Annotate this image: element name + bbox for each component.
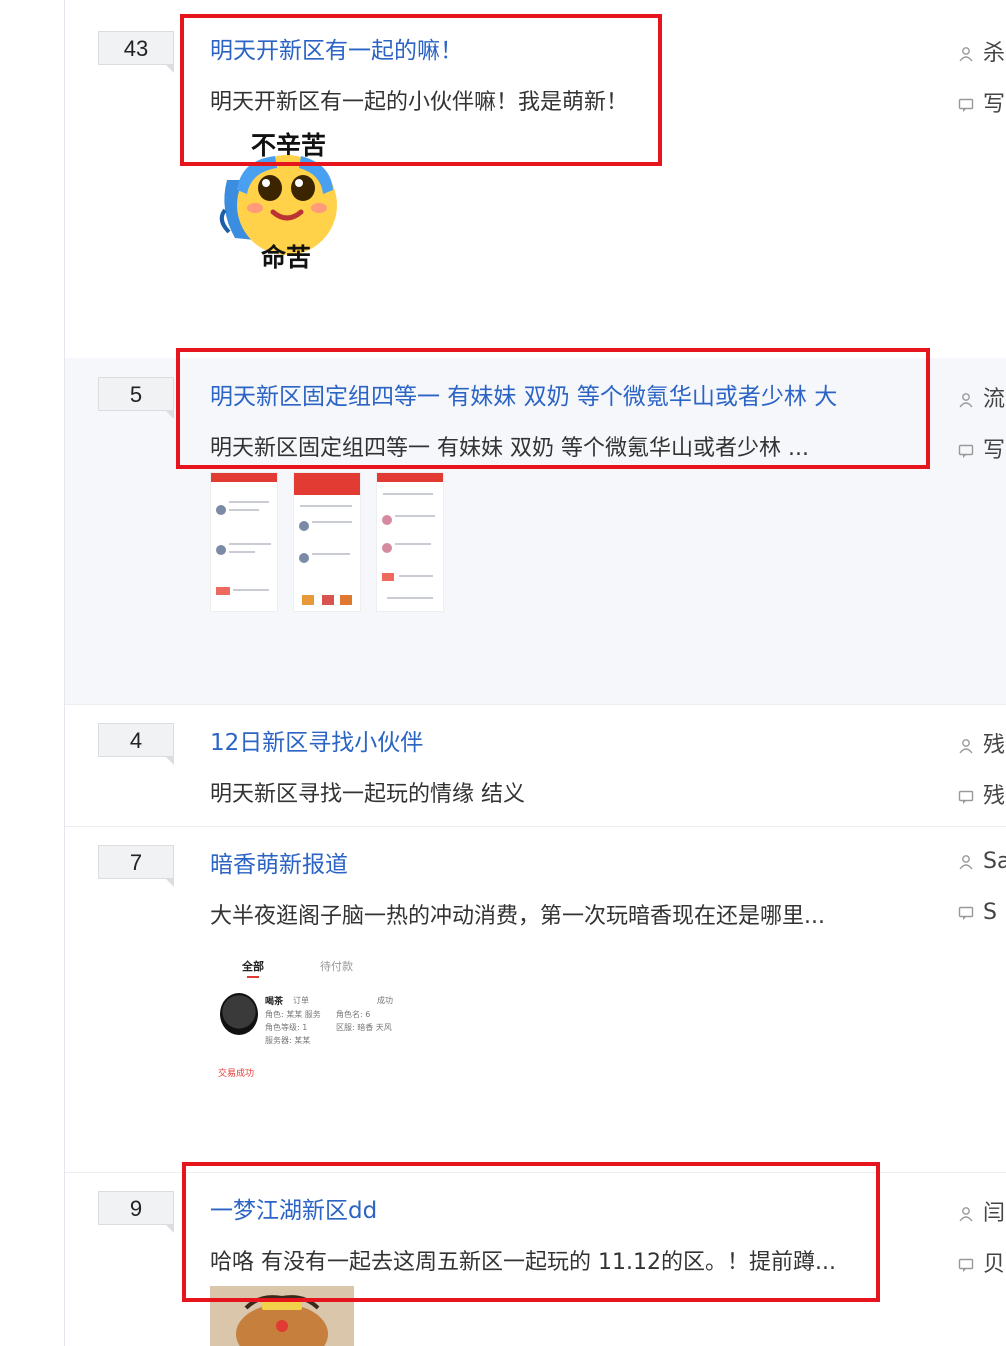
reply-count-badge: 7 <box>98 845 174 887</box>
thread-author: 闫 <box>958 1195 1005 1227</box>
screenshot-tab-pending: 待付款 <box>320 960 353 973</box>
thread-snippet: 哈咯 有没有一起去这周五新区一起玩的 11.12的区。！提前蹲... <box>210 1250 836 1275</box>
thread-title-link[interactable]: 12日新区寻找小伙伴 <box>210 723 423 757</box>
thread-author: 流 <box>958 381 1005 413</box>
thread-author: 残 <box>958 727 1005 759</box>
screenshot-tab-all: 全部 <box>242 960 264 973</box>
author-name[interactable]: 杀 <box>983 41 1005 66</box>
thread-author: Sa <box>958 849 1006 874</box>
thread-row: 9 一梦江湖新区dd 哈咯 有没有一起去这周五新区一起玩的 11.12的区。！提… <box>65 1172 1006 1346</box>
thread-title-link[interactable]: 暗香萌新报道 <box>210 845 348 879</box>
thread-row: 7 暗香萌新报道 大半夜逛阁子脑一热的冲动消费，第一次玩暗香现在还是哪里... … <box>65 826 1006 1173</box>
thread-image-thumbnail[interactable] <box>210 1286 354 1346</box>
author-name[interactable]: Sa <box>983 849 1006 874</box>
last-reply-name[interactable]: 写 <box>983 438 1005 463</box>
thread-title-link[interactable]: 明天开新区有一起的嘛！ <box>210 31 463 65</box>
thread-image-thumbnail[interactable] <box>293 472 361 612</box>
last-reply-name[interactable]: S <box>983 900 997 925</box>
comment-icon <box>958 98 974 112</box>
reply-count-badge: 43 <box>98 31 174 73</box>
thread-last-reply: S <box>958 900 997 925</box>
last-reply-name[interactable]: 贝 <box>983 1252 1005 1277</box>
thread-title-link[interactable]: 明天新区固定组四等一 有妹妹 双奶 等个微氪华山或者少林 大 <box>210 377 837 411</box>
thread-row: 43 明天开新区有一起的嘛！ 明天开新区有一起的小伙伴嘛！我是萌新！ 不辛苦 命… <box>65 0 1006 359</box>
thread-author: 杀 <box>958 35 1005 67</box>
thread-row: 4 12日新区寻找小伙伴 明天新区寻找一起玩的情缘 结义 残 残 <box>65 704 1006 827</box>
thread-image-thumbnail[interactable] <box>376 472 444 612</box>
thread-image-thumbnail[interactable] <box>210 472 278 612</box>
emoji-caption-bottom: 命苦 <box>261 243 312 272</box>
thread-row: 5 明天新区固定组四等一 有妹妹 双奶 等个微氪华山或者少林 大 明天新区固定组… <box>65 358 1006 705</box>
comment-icon <box>958 1258 974 1272</box>
reply-count-badge: 9 <box>98 1191 174 1233</box>
avatar <box>220 993 258 1035</box>
person-icon <box>959 1207 973 1222</box>
screenshot-status-text: 交易成功 <box>218 1069 255 1079</box>
thread-last-reply: 贝 <box>958 1246 1005 1278</box>
reply-count-badge: 4 <box>98 723 174 765</box>
thread-snippet: 明天开新区有一起的小伙伴嘛！我是萌新！ <box>210 90 629 115</box>
comment-icon <box>958 906 974 920</box>
person-icon <box>959 393 973 408</box>
comment-icon <box>958 790 974 804</box>
thread-last-reply: 写 <box>958 432 1005 464</box>
thread-snippet: 明天新区寻找一起玩的情缘 结义 <box>210 782 525 807</box>
author-name[interactable]: 闫 <box>983 1201 1005 1226</box>
last-reply-name[interactable]: 写 <box>983 92 1005 117</box>
comment-icon <box>958 444 974 458</box>
author-name[interactable]: 残 <box>983 733 1005 758</box>
thread-snippet: 大半夜逛阁子脑一热的冲动消费，第一次玩暗香现在还是哪里... <box>210 904 825 929</box>
plush-toy-photo-icon <box>210 1286 354 1346</box>
person-icon <box>959 739 973 754</box>
last-reply-name[interactable]: 残 <box>983 784 1005 809</box>
author-name[interactable]: 流 <box>983 387 1005 412</box>
person-icon <box>959 855 973 870</box>
thread-image-screenshot[interactable]: 全部 待付款 喝茶 订单 成功 角色: 某某 服务 角色等级: 1 服务器: 某… <box>215 954 395 1084</box>
reply-count-badge: 5 <box>98 377 174 419</box>
person-icon <box>959 47 973 62</box>
thread-last-reply: 残 <box>958 778 1005 810</box>
thread-last-reply: 写 <box>958 86 1005 118</box>
thread-snippet: 明天新区固定组四等一 有妹妹 双奶 等个微氪华山或者少林 ... <box>210 436 809 461</box>
thread-title-link[interactable]: 一梦江湖新区dd <box>210 1191 377 1225</box>
